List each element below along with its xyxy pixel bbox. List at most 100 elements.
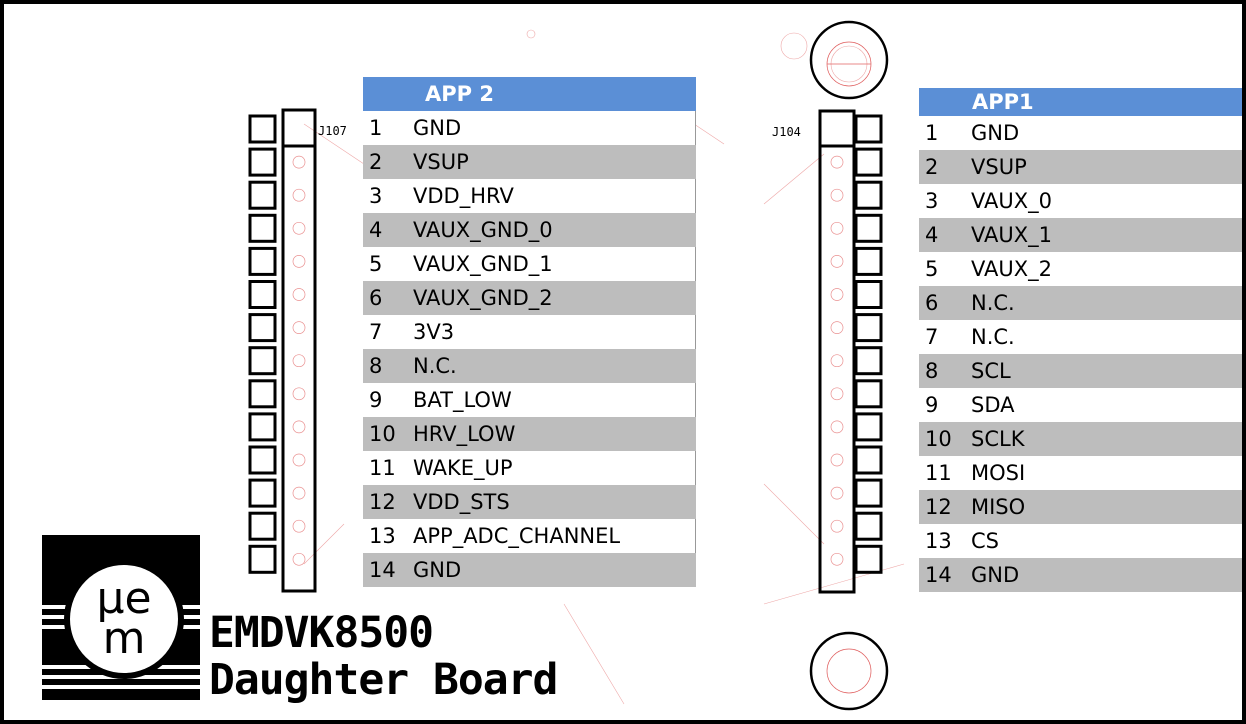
j104-body — [818, 109, 856, 594]
app1-pin-row: 10 SCLK — [919, 422, 1242, 456]
connector-pad — [854, 412, 883, 442]
connector-hole — [292, 387, 306, 401]
pin-signal: VAUX_GND_1 — [413, 252, 553, 276]
connector-hole — [292, 188, 306, 202]
app1-pin-row: 4 VAUX_1 — [919, 218, 1242, 252]
pin-signal: GND — [971, 121, 1020, 145]
pin-signal: HRV_LOW — [413, 422, 516, 446]
connector-pad — [248, 511, 277, 541]
pin-signal: SCL — [971, 359, 1011, 383]
connector-pad — [248, 180, 277, 210]
pin-signal: GND — [413, 558, 462, 582]
app1-pin-row: 7 N.C. — [919, 320, 1242, 354]
pin-signal: CS — [971, 529, 999, 553]
app1-pin-row: 9 SDA — [919, 388, 1242, 422]
app2-pin-row: 6 VAUX_GND_2 — [363, 281, 696, 315]
pin-number: 8 — [369, 354, 383, 378]
pin-signal: N.C. — [413, 354, 457, 378]
pin-number: 7 — [925, 325, 939, 349]
pin-signal: VSUP — [413, 150, 469, 174]
app2-pin-row: 11 WAKE_UP — [363, 451, 696, 485]
connector-pad — [248, 114, 277, 144]
app1-pin-row: 2 VSUP — [919, 150, 1242, 184]
pin-number: 1 — [369, 116, 383, 140]
connector-hole — [292, 453, 306, 467]
pin-number: 2 — [925, 155, 939, 179]
connector-pad — [248, 346, 277, 376]
pin-number: 2 — [369, 150, 383, 174]
pin-signal: VDD_STS — [413, 490, 510, 514]
mounting-hole-top — [809, 20, 889, 100]
app2-pin-row: 4 VAUX_GND_0 — [363, 213, 696, 247]
connector-hole — [830, 486, 844, 500]
app2-pin-row: 2 VSUP — [363, 145, 696, 179]
logo-text: µe m — [81, 577, 167, 664]
connector-pad — [248, 445, 277, 475]
pin-number: 7 — [369, 320, 383, 344]
app1-pin-row: 5 VAUX_2 — [919, 252, 1242, 286]
pin-signal: GND — [413, 116, 462, 140]
connector-hole — [830, 188, 844, 202]
connector-hole — [830, 552, 844, 566]
app2-header: APP 2 — [363, 77, 696, 111]
pin-signal: VAUX_GND_0 — [413, 218, 553, 242]
app1-pin-row: 14 GND — [919, 558, 1242, 592]
app2-pin-row: 5 VAUX_GND_1 — [363, 247, 696, 281]
pin-number: 13 — [369, 524, 396, 548]
pin-number: 4 — [925, 223, 939, 247]
j104-connector — [818, 109, 883, 594]
j107-label: J107 — [318, 124, 347, 138]
connector-hole — [830, 288, 844, 301]
pin-signal: VDD_HRV — [413, 184, 514, 208]
pin-number: 13 — [925, 529, 952, 553]
connector-pad — [248, 246, 277, 276]
app2-pinout-table: APP 2 1 GND 2 VSUP 3 VDD_HRV 4 VAUX_GND_0 5 VAUX_… — [363, 77, 696, 587]
connector-pad — [248, 412, 277, 442]
connector-pad — [248, 478, 277, 508]
pin-number: 1 — [925, 121, 939, 145]
board-subtitle: Daughter Board — [209, 655, 558, 705]
connector-pad — [854, 511, 883, 541]
connector-pad — [854, 246, 883, 276]
connector-hole — [292, 221, 306, 235]
connector-hole — [830, 255, 844, 268]
connector-pad — [854, 346, 883, 376]
connector-hole — [292, 288, 306, 301]
connector-hole — [830, 155, 844, 169]
app1-pin-row: 6 N.C. — [919, 286, 1242, 320]
pin-number: 6 — [925, 291, 939, 315]
connector-hole — [830, 387, 844, 401]
connector-hole — [830, 321, 844, 334]
connector-hole — [292, 420, 306, 434]
connector-pad — [248, 213, 277, 243]
j104-label: J104 — [772, 125, 801, 139]
connector-pad — [854, 478, 883, 508]
pin-signal: MISO — [971, 495, 1026, 519]
connector-hole — [292, 486, 306, 500]
app1-pin-row: 11 MOSI — [919, 456, 1242, 490]
app2-pin-row: 7 3V3 — [363, 315, 696, 349]
connector-hole — [830, 519, 844, 533]
connector-pad — [248, 280, 277, 309]
pin-number: 14 — [369, 558, 396, 582]
pin-number: 5 — [369, 252, 383, 276]
pin-signal: VAUX_0 — [971, 189, 1053, 213]
logo-bottom: m — [102, 613, 146, 664]
app1-pinout-table: APP1 1 GND 2 VSUP 3 VAUX_0 4 VAUX_1 5 VAUX_2 6 N.C.… — [919, 88, 1242, 592]
pin-signal: N.C. — [971, 325, 1015, 349]
connector-hole — [292, 354, 306, 368]
pin-signal: SCLK — [971, 427, 1025, 451]
app2-pin-row: 8 N.C. — [363, 349, 696, 383]
pin-number: 11 — [369, 456, 396, 480]
app2-pin-row: 9 BAT_LOW — [363, 383, 696, 417]
pin-signal: VAUX_2 — [971, 257, 1053, 281]
pin-number: 9 — [369, 388, 383, 412]
connector-pad — [854, 445, 883, 475]
pin-signal: GND — [971, 563, 1020, 587]
app2-pin-row: 13 APP_ADC_CHANNEL — [363, 519, 696, 553]
app1-header: APP1 — [919, 88, 1242, 116]
connector-hole — [830, 354, 844, 368]
app2-pin-row: 12 VDD_STS — [363, 485, 696, 519]
connector-pad — [854, 313, 883, 343]
board-name: EMDVK8500 — [209, 608, 434, 658]
